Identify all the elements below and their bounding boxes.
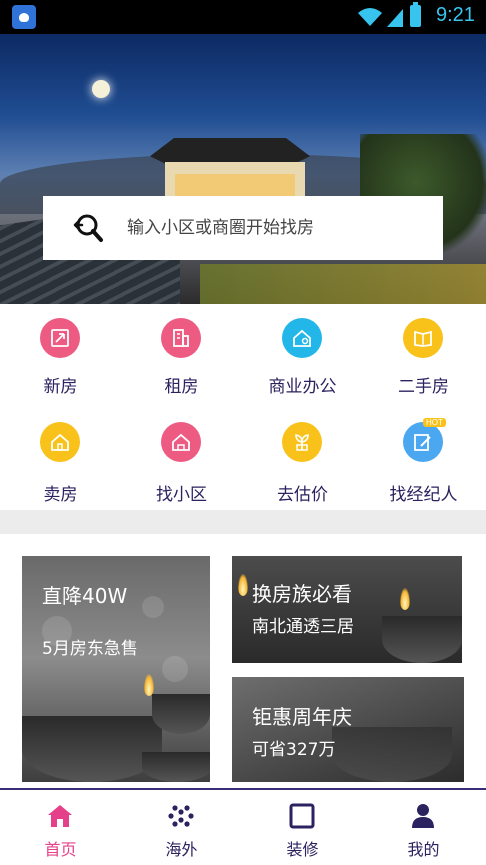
tab-label: 海外 — [165, 840, 198, 859]
rent-building-icon — [161, 318, 201, 358]
promo-card-price-drop[interactable]: 直降40W 5月房东急售 — [22, 556, 210, 782]
status-time: 9:21 — [436, 4, 475, 26]
house-light-decoration — [175, 174, 295, 196]
bokeh-decoration — [162, 656, 188, 682]
tab-label: 装修 — [286, 840, 319, 859]
office-house-icon — [282, 318, 322, 358]
category-label: 去估价 — [277, 485, 328, 505]
category-label: 找经纪人 — [389, 485, 458, 505]
promo-title: 换房族必看 — [252, 582, 352, 606]
bokeh-decoration — [142, 596, 164, 618]
category-sell[interactable]: 卖房 — [0, 422, 121, 522]
category-grid: 新房 租房 商业办公 二手房 卖房 找小区 去估价 HOT 找经纪人 — [0, 304, 486, 510]
baidu-paw-icon — [12, 5, 36, 29]
battery-icon — [410, 2, 421, 27]
house-roof-decoration — [150, 138, 310, 164]
oil-lamp-decoration — [332, 727, 452, 782]
tab-label: 首页 — [44, 840, 77, 859]
tab-overseas[interactable]: 海外 — [121, 790, 242, 865]
signal-icon — [387, 9, 403, 27]
valuation-plant-icon — [282, 422, 322, 462]
agent-edit-icon — [403, 422, 443, 462]
candle-flame-decoration — [144, 674, 154, 696]
hero-banner — [0, 34, 486, 304]
category-new-house[interactable]: 新房 — [0, 318, 121, 418]
hot-badge: HOT — [423, 418, 446, 427]
category-label: 卖房 — [43, 485, 78, 505]
tab-decoration[interactable]: 装修 — [242, 790, 363, 865]
bottom-tab-bar: 首页 海外 装修 我的 — [0, 788, 486, 865]
candle-flame-decoration — [400, 588, 410, 610]
candle-flame-decoration — [238, 574, 248, 596]
moon-decoration — [92, 80, 110, 98]
category-secondhand[interactable]: 二手房 — [363, 318, 484, 418]
secondhand-book-icon — [403, 318, 443, 358]
category-label: 二手房 — [398, 377, 449, 397]
oil-lamp-decoration — [142, 752, 210, 782]
promo-card-upgrade[interactable]: 换房族必看 南北通透三居 — [232, 556, 462, 663]
oil-lamp-decoration — [152, 694, 210, 734]
promo-title: 钜惠周年庆 — [252, 705, 352, 729]
search-bar[interactable] — [43, 196, 443, 260]
tab-label: 我的 — [407, 840, 440, 859]
promo-subtitle: 南北通透三居 — [252, 617, 354, 637]
promo-title: 直降40W — [42, 584, 128, 608]
search-input[interactable] — [127, 212, 427, 244]
lawn-decoration — [200, 264, 486, 304]
decoration-square-icon — [289, 803, 315, 829]
tab-home[interactable]: 首页 — [0, 790, 121, 865]
wifi-icon — [358, 8, 382, 26]
section-divider — [0, 510, 486, 534]
tab-profile[interactable]: 我的 — [363, 790, 484, 865]
category-label: 商业办公 — [268, 377, 337, 397]
category-label: 新房 — [43, 377, 78, 397]
category-label: 找小区 — [156, 485, 207, 505]
community-house-icon — [161, 422, 201, 462]
category-office[interactable]: 商业办公 — [242, 318, 363, 418]
category-valuation[interactable]: 去估价 — [242, 422, 363, 522]
category-label: 租房 — [164, 377, 199, 397]
oil-lamp-decoration — [382, 616, 462, 663]
promo-card-anniversary[interactable]: 钜惠周年庆 可省327万 — [232, 677, 464, 782]
category-rent[interactable]: 租房 — [121, 318, 242, 418]
status-bar: 9:21 — [0, 0, 486, 34]
profile-person-icon — [412, 804, 434, 828]
new-house-icon — [40, 318, 80, 358]
promo-subtitle: 5月房东急售 — [42, 639, 138, 659]
oil-lamp-decoration — [22, 716, 162, 782]
category-agent[interactable]: HOT 找经纪人 — [363, 418, 484, 522]
overseas-dots-icon — [168, 805, 194, 827]
category-community[interactable]: 找小区 — [121, 422, 242, 522]
promo-subtitle: 可省327万 — [252, 740, 336, 760]
home-icon — [48, 805, 72, 827]
search-icon[interactable] — [69, 210, 105, 246]
sell-house-icon — [40, 422, 80, 462]
